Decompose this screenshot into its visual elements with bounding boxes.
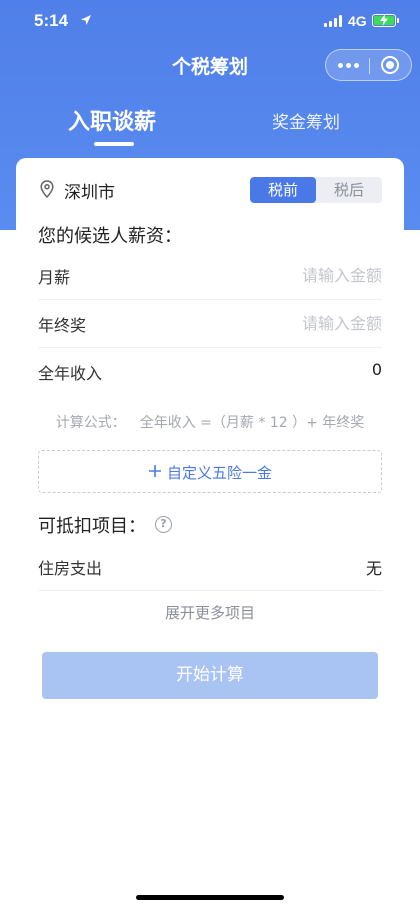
tab-active-indicator [94, 142, 134, 146]
expand-more-link[interactable]: 展开更多项目 [38, 602, 382, 623]
tax-toggle: 税前 税后 [250, 177, 382, 203]
capsule-divider [369, 58, 370, 74]
home-indicator [136, 895, 284, 900]
monthly-salary-row: 月薪 [38, 252, 382, 300]
more-icon[interactable] [336, 50, 368, 80]
calculator-card: 深圳市 税前 税后 您的候选人薪资： 月薪 年终奖 全年收入 0 计算公式： 全年… [16, 158, 404, 718]
plus-icon [149, 465, 161, 477]
tab-bonus-planning[interactable]: 奖金筹划 [272, 108, 340, 133]
salary-section-title: 您的候选人薪资： [38, 226, 182, 247]
annual-income-value: 0 [371, 360, 382, 379]
mini-program-capsule [325, 49, 412, 81]
bonus-input[interactable] [182, 310, 382, 336]
location-arrow-icon [81, 15, 91, 25]
status-time: 5:14 [34, 11, 69, 30]
start-calculation-button[interactable]: 开始计算 [42, 652, 378, 699]
housing-value: 无 [365, 559, 382, 578]
battery-icon [372, 14, 396, 27]
annual-income-label: 全年收入 [38, 364, 103, 383]
bonus-row: 年终奖 [38, 300, 382, 348]
annual-income-row: 全年收入 0 [38, 348, 382, 396]
formula-expression: 全年收入 =（月薪 * 12 ）+ 年终奖 [139, 415, 365, 431]
formula-text: 计算公式： 全年收入 =（月薪 * 12 ）+ 年终奖 [38, 412, 382, 432]
custom-insurance-label: 自定义五险一金 [167, 464, 273, 482]
status-bar: 5:14 4G [0, 0, 420, 44]
location-pin-icon [40, 180, 54, 198]
custom-insurance-button[interactable]: 自定义五险一金 [38, 450, 382, 493]
help-icon[interactable]: ? [155, 516, 172, 533]
signal-icon [324, 15, 344, 27]
housing-row[interactable]: 住房支出 无 [38, 543, 382, 591]
pre-tax-toggle[interactable]: 税前 [250, 177, 316, 203]
post-tax-toggle[interactable]: 税后 [316, 177, 382, 203]
network-type: 4G [348, 13, 367, 29]
divider [38, 590, 382, 591]
bonus-label: 年终奖 [38, 316, 87, 335]
monthly-salary-input[interactable] [182, 262, 382, 288]
city-selector[interactable]: 深圳市 [64, 178, 115, 203]
tab-onboarding-salary[interactable]: 入职谈薪 [68, 104, 156, 136]
battery-cap [397, 18, 399, 23]
close-target-icon[interactable] [381, 56, 399, 74]
monthly-salary-label: 月薪 [38, 268, 71, 287]
housing-label: 住房支出 [38, 559, 103, 578]
deduction-section-title: 可抵扣项目： [38, 516, 146, 537]
formula-label: 计算公式： [55, 415, 126, 431]
